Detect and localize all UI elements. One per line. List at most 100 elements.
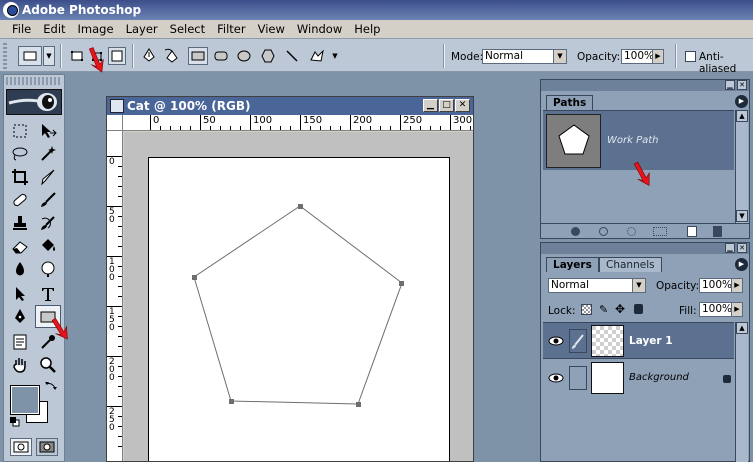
path-anchor-point[interactable] xyxy=(298,204,303,209)
marquee-tool[interactable] xyxy=(7,119,33,142)
fill-pixels-button[interactable] xyxy=(108,47,126,65)
visibility-eye-icon[interactable] xyxy=(547,369,565,387)
hand-tool[interactable] xyxy=(7,353,33,376)
trash-icon[interactable] xyxy=(713,226,722,237)
background-layer-name[interactable]: Background xyxy=(629,372,689,383)
layer-link-brush-icon[interactable] xyxy=(569,329,587,353)
shape-layers-button[interactable] xyxy=(68,47,86,65)
path-anchor-point[interactable] xyxy=(399,281,404,286)
mode-select[interactable]: Normal ▼ xyxy=(482,49,567,64)
type-tool[interactable] xyxy=(35,282,61,305)
menu-file[interactable]: File xyxy=(6,22,37,36)
fill-slider-arrow-icon[interactable]: ▶ xyxy=(731,303,742,316)
rounded-rectangle-button[interactable] xyxy=(212,47,230,65)
path-anchor-point[interactable] xyxy=(229,399,234,404)
palette-close-button[interactable]: ✕ xyxy=(737,243,747,253)
photoshop-eye-logo-icon[interactable] xyxy=(6,89,62,115)
layer-1-name[interactable]: Layer 1 xyxy=(629,335,673,347)
path-selection-tool[interactable] xyxy=(7,282,33,305)
stroke-path-icon[interactable] xyxy=(599,227,608,236)
menu-window[interactable]: Window xyxy=(291,22,348,36)
ellipse-shape-button[interactable] xyxy=(235,47,253,65)
paths-scrollbar[interactable]: ▲ ▼ xyxy=(735,110,748,223)
menu-image[interactable]: Image xyxy=(72,22,120,36)
anti-aliased-checkbox[interactable] xyxy=(685,51,696,62)
notes-tool[interactable] xyxy=(7,330,33,353)
document-title-bar[interactable]: Cat @ 100% (RGB) ▁ □ ✕ xyxy=(107,97,473,115)
menu-view[interactable]: View xyxy=(252,22,291,36)
layer-row-layer-1[interactable]: Layer 1 xyxy=(543,322,734,359)
lasso-tool[interactable] xyxy=(7,142,33,165)
path-anchor-point[interactable] xyxy=(192,275,197,280)
pen-tool[interactable] xyxy=(7,305,33,328)
history-brush-tool[interactable] xyxy=(35,211,61,234)
magic-wand-tool[interactable] xyxy=(35,142,61,165)
brush-tool[interactable] xyxy=(35,188,61,211)
zoom-tool[interactable] xyxy=(35,353,61,376)
paint-bucket-tool[interactable] xyxy=(35,234,61,257)
quick-mask-mode-button[interactable] xyxy=(36,438,58,456)
options-grip[interactable] xyxy=(3,43,7,69)
layer-row-background[interactable]: Background xyxy=(543,360,734,397)
maximize-button[interactable]: □ xyxy=(439,99,454,112)
layer-opacity-field[interactable]: 100% ▶ xyxy=(699,278,743,293)
shape-options-dropdown[interactable]: ▼ xyxy=(330,47,340,65)
palette-title-bar[interactable]: ▁ ✕ xyxy=(541,243,749,254)
tab-layers[interactable]: Layers xyxy=(546,257,599,272)
freeform-pen-button[interactable] xyxy=(163,47,181,65)
opacity-slider-arrow-icon[interactable]: ▶ xyxy=(731,279,742,292)
move-tool[interactable] xyxy=(35,119,61,142)
make-work-path-icon[interactable] xyxy=(653,227,667,236)
horizontal-ruler[interactable]: 0 50 100 150 200 250 300 xyxy=(123,115,473,131)
document-canvas[interactable] xyxy=(148,157,450,461)
tool-preset-button[interactable] xyxy=(18,46,42,66)
palette-title-bar[interactable]: ▁ ✕ xyxy=(541,80,749,91)
rectangle-shape-button[interactable] xyxy=(188,47,208,65)
palette-menu-icon[interactable]: ▶ xyxy=(735,95,748,108)
menu-layer[interactable]: Layer xyxy=(120,22,164,36)
canvas-area[interactable] xyxy=(124,132,473,461)
lock-position-move-icon[interactable]: ✥ xyxy=(615,302,625,316)
clone-stamp-tool[interactable] xyxy=(7,211,33,234)
healing-brush-tool[interactable] xyxy=(7,188,33,211)
tab-paths[interactable]: Paths xyxy=(546,95,594,110)
pentagon-work-path[interactable] xyxy=(149,158,451,461)
new-path-icon[interactable] xyxy=(687,226,697,237)
load-selection-icon[interactable] xyxy=(627,227,636,236)
layers-scrollbar[interactable]: ▲ xyxy=(735,322,748,462)
blur-tool[interactable] xyxy=(7,257,33,280)
dodge-tool[interactable] xyxy=(35,257,61,280)
blend-mode-select[interactable]: Normal ▼ xyxy=(548,278,646,293)
standard-mode-button[interactable] xyxy=(10,438,32,456)
polygon-shape-button[interactable] xyxy=(259,47,277,65)
minimize-button[interactable]: ▁ xyxy=(423,99,438,112)
palette-minimize-button[interactable]: ▁ xyxy=(725,243,735,253)
slice-tool[interactable] xyxy=(35,165,61,188)
visibility-eye-icon[interactable] xyxy=(547,332,565,350)
chevron-down-icon[interactable]: ▼ xyxy=(553,50,566,63)
opacity-field[interactable]: 100% ▶ xyxy=(621,49,664,64)
close-button[interactable]: ✕ xyxy=(455,99,470,112)
fill-path-icon[interactable] xyxy=(571,227,580,236)
vertical-ruler[interactable]: 0 5 0 1 0 0 1 5 0 2 0 0 2 5 0 xyxy=(107,131,123,461)
line-shape-button[interactable] xyxy=(283,47,301,65)
lock-image-brush-icon[interactable]: ✎ xyxy=(599,303,608,316)
path-anchor-point[interactable] xyxy=(356,402,361,407)
opacity-slider-arrow-icon[interactable]: ▶ xyxy=(652,50,663,63)
tool-preset-dropdown[interactable]: ▼ xyxy=(43,46,55,66)
scroll-up-arrow-icon[interactable]: ▲ xyxy=(736,110,748,122)
lock-all-padlock-icon[interactable] xyxy=(634,304,643,314)
eraser-tool[interactable] xyxy=(7,234,33,257)
scroll-down-arrow-icon[interactable]: ▼ xyxy=(736,210,748,222)
chevron-down-icon[interactable]: ▼ xyxy=(632,279,645,292)
palette-menu-icon[interactable]: ▶ xyxy=(735,258,748,271)
menu-edit[interactable]: Edit xyxy=(37,22,71,36)
default-colors-icon[interactable] xyxy=(10,417,20,427)
foreground-color-swatch[interactable] xyxy=(10,385,40,415)
crop-tool[interactable] xyxy=(7,165,33,188)
layer-link-empty-icon[interactable] xyxy=(569,366,587,390)
scroll-up-arrow-icon[interactable]: ▲ xyxy=(736,322,748,334)
custom-shape-button[interactable] xyxy=(306,47,328,65)
toolbox-grip[interactable] xyxy=(6,77,62,85)
ruler-origin[interactable] xyxy=(107,115,123,131)
